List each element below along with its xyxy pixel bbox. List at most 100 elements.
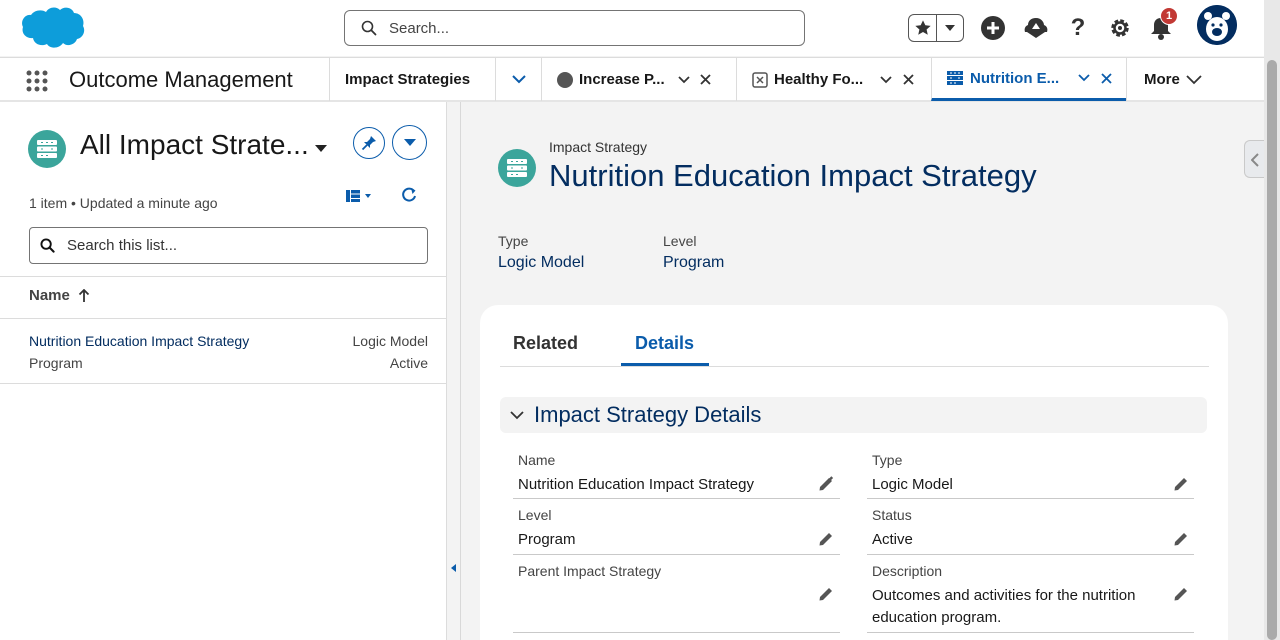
chevron-down-icon[interactable] — [675, 75, 693, 84]
user-avatar[interactable] — [1197, 5, 1237, 45]
chevron-down-icon[interactable] — [877, 75, 895, 84]
edit-pencil-icon[interactable] — [818, 476, 834, 492]
field-divider — [513, 498, 840, 499]
refresh-icon[interactable] — [400, 186, 418, 209]
table-view-icon — [346, 190, 371, 202]
global-search-placeholder: Search... — [389, 19, 450, 37]
field-type-value: Logic Model — [872, 476, 953, 493]
trailhead-icon[interactable] — [1022, 14, 1050, 42]
global-header: Search... ? 1 — [0, 0, 1280, 56]
impact-strategy-record-icon — [498, 149, 536, 187]
tab-label: Increase P... — [579, 71, 665, 88]
favorites-dropdown-icon[interactable] — [937, 15, 963, 41]
field-divider — [867, 554, 1194, 555]
more-tabs-button[interactable]: More — [1126, 58, 1264, 101]
field-divider — [867, 632, 1194, 633]
list-meta: 1 item • Updated a minute ago — [29, 195, 218, 211]
field-type-label: Type — [872, 452, 903, 468]
pin-list-button[interactable] — [353, 127, 385, 159]
list-item-level: Program — [29, 355, 83, 371]
edit-pencil-icon[interactable] — [818, 531, 834, 547]
close-icon[interactable] — [697, 74, 715, 85]
chevron-down-icon — [1186, 74, 1202, 84]
field-name-label: Name — [518, 452, 556, 468]
highlight-level-value: Program — [663, 254, 725, 271]
star-icon[interactable] — [909, 15, 937, 41]
list-view-picker-icon[interactable] — [314, 144, 328, 153]
chevron-down-icon — [511, 75, 526, 84]
highlight-type-label: Type — [498, 233, 529, 249]
tab-label: Healthy Fo... — [774, 71, 864, 88]
search-icon — [361, 20, 377, 36]
impact-strategy-object-icon — [28, 130, 66, 168]
edit-pencil-icon[interactable] — [1173, 531, 1189, 547]
search-icon — [40, 238, 55, 253]
notification-count-badge: 1 — [1160, 7, 1178, 25]
utility-panel-toggle[interactable] — [1244, 140, 1264, 178]
app-nav-bar: Outcome Management Impact Strategies Inc… — [0, 57, 1264, 102]
salesforce-logo[interactable] — [18, 5, 86, 51]
chevron-down-icon[interactable] — [1075, 74, 1093, 82]
list-header-divider — [0, 276, 447, 277]
list-item-type: Logic Model — [352, 333, 429, 349]
list-search-placeholder: Search this list... — [67, 237, 178, 254]
tab-increase-p[interactable]: Increase P... — [541, 58, 736, 101]
record-title: Nutrition Education Impact Strategy — [549, 158, 1037, 193]
app-launcher-icon[interactable] — [25, 69, 49, 93]
global-search[interactable]: Search... — [344, 10, 805, 46]
field-divider — [513, 632, 840, 633]
record-object-label: Impact Strategy — [549, 139, 648, 155]
more-label: More — [1144, 71, 1180, 88]
display-as-button[interactable] — [345, 188, 373, 209]
list-view-title[interactable]: All Impact Strate... — [80, 129, 309, 161]
field-parent-label: Parent Impact Strategy — [518, 563, 662, 579]
edit-pencil-icon[interactable] — [1173, 586, 1189, 602]
highlight-level-label: Level — [663, 233, 697, 249]
field-level-value: Program — [518, 531, 576, 548]
tab-details[interactable]: Details — [635, 333, 694, 354]
field-description-value: Outcomes and activities for the nutritio… — [872, 587, 1136, 626]
favorites-button[interactable] — [908, 14, 964, 42]
tab-nutrition-e[interactable]: Nutrition E... — [931, 58, 1126, 101]
field-name-value: Nutrition Education Impact Strategy — [518, 476, 754, 493]
chevron-down-icon — [403, 139, 416, 146]
edit-pencil-icon[interactable] — [818, 586, 834, 602]
section-header-impact-strategy-details[interactable]: Impact Strategy Details — [500, 397, 1207, 433]
list-row-divider — [0, 383, 447, 384]
scrollbar-thumb[interactable] — [1267, 60, 1277, 640]
column-header-name[interactable]: Name — [29, 287, 90, 304]
help-icon[interactable]: ? — [1064, 14, 1092, 42]
field-status-value: Active — [872, 531, 913, 548]
tab-bar-divider — [500, 366, 1209, 367]
close-icon[interactable] — [899, 74, 917, 85]
impact-strategies-menu-button[interactable] — [495, 58, 541, 101]
split-view-divider[interactable] — [447, 102, 461, 640]
impact-strategy-icon — [947, 71, 963, 85]
global-actions-plus-icon[interactable] — [979, 14, 1007, 42]
close-icon[interactable] — [1097, 72, 1115, 84]
formula-icon — [752, 71, 768, 88]
list-row-divider — [0, 318, 447, 319]
tab-healthy-fo[interactable]: Healthy Fo... — [736, 58, 931, 101]
list-view-controls-button[interactable] — [392, 125, 427, 160]
field-divider — [867, 498, 1194, 499]
page-scrollbar[interactable] — [1264, 0, 1280, 640]
chevron-down-icon — [510, 410, 524, 419]
edit-pencil-icon[interactable] — [1173, 476, 1189, 492]
field-level-label: Level — [518, 507, 552, 523]
tab-label: Impact Strategies — [345, 71, 471, 88]
tab-label: Nutrition E... — [970, 69, 1060, 87]
column-header-label: Name — [29, 287, 70, 304]
collapse-arrow-icon[interactable] — [451, 564, 456, 572]
sort-ascending-icon — [78, 288, 89, 302]
section-title: Impact Strategy Details — [534, 402, 762, 427]
setup-gear-icon[interactable] — [1106, 14, 1134, 42]
list-item-status: Active — [389, 355, 428, 371]
tab-impact-strategies[interactable]: Impact Strategies — [329, 58, 495, 101]
tab-related[interactable]: Related — [513, 333, 578, 354]
list-search-input[interactable]: Search this list... — [29, 227, 428, 264]
highlight-type-value: Logic Model — [498, 254, 585, 271]
active-tab-indicator — [621, 363, 709, 366]
list-item-name-link[interactable]: Nutrition Education Impact Strategy — [29, 333, 249, 349]
app-name: Outcome Management — [69, 67, 293, 92]
